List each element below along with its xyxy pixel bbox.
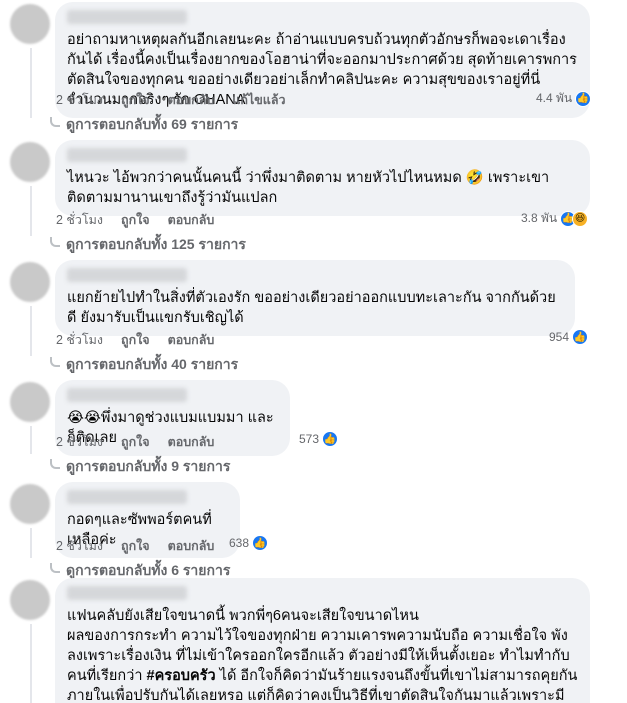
reaction-summary[interactable]: 573 👍 <box>299 431 339 447</box>
reaction-summary[interactable]: 638 👍 <box>229 535 269 551</box>
author-name[interactable] <box>67 148 187 162</box>
reply-button[interactable]: ตอบกลับ <box>168 330 215 350</box>
comment-text-line-1: แฟนคลับยังเสียใจขนาดนี้ พวกพี่ๆ6คนจะเสีย… <box>67 608 419 624</box>
reply-hook-icon <box>50 357 60 367</box>
reaction-summary[interactable]: 954 👍 <box>549 329 589 345</box>
comment-actions: 2 ชั่วโมง ถูกใจ ตอบกลับ <box>56 330 214 350</box>
view-replies-link[interactable]: ดูการตอบกลับทั้ง 69 รายการ <box>50 114 238 136</box>
view-replies-label: ดูการตอบกลับทั้ง 69 รายการ <box>66 116 239 132</box>
reply-hook-icon <box>50 117 60 127</box>
avatar[interactable] <box>10 4 50 44</box>
timestamp[interactable]: 2 ชั่วโมง <box>56 432 103 452</box>
reaction-count: 573 <box>299 432 320 446</box>
edited-label[interactable]: แก้ไขแล้ว <box>232 90 285 110</box>
reaction-count: 3.8 พัน <box>521 211 558 225</box>
reaction-count: 4.4 พัน <box>536 91 573 105</box>
like-icon: 👍 <box>575 90 592 107</box>
thread-line <box>30 48 32 118</box>
reply-hook-icon <box>50 237 60 247</box>
comment-text: แยกย้ายไปทำในสิ่งที่ตัวเองรัก ขออย่างเดี… <box>67 290 556 326</box>
thread-line <box>30 528 32 558</box>
like-button[interactable]: ถูกใจ <box>121 432 150 452</box>
timestamp[interactable]: 2 ชั่วโมง <box>56 210 103 230</box>
view-replies-label: ดูการตอบกลับทั้ง 125 รายการ <box>66 236 246 252</box>
author-name[interactable] <box>67 268 187 282</box>
avatar[interactable] <box>10 382 50 422</box>
author-name[interactable] <box>67 388 187 402</box>
thread-line <box>30 306 32 356</box>
view-replies-link[interactable]: ดูการตอบกลับทั้ง 40 รายการ <box>50 354 238 376</box>
avatar[interactable] <box>10 262 50 302</box>
reaction-count: 954 <box>549 330 570 344</box>
view-replies-label: ดูการตอบกลับทั้ง 40 รายการ <box>66 356 239 372</box>
like-button[interactable]: ถูกใจ <box>121 210 150 230</box>
comment-bubble: แฟนคลับยังเสียใจขนาดนี้ พวกพี่ๆ6คนจะเสีย… <box>55 578 590 703</box>
reply-button[interactable]: ตอบกลับ <box>168 210 215 230</box>
like-button[interactable]: ถูกใจ <box>121 330 150 350</box>
reply-hook-icon <box>50 563 60 573</box>
thread-line <box>30 624 32 703</box>
reply-button[interactable]: ตอบกลับ <box>168 536 215 556</box>
author-name[interactable] <box>67 586 187 600</box>
avatar[interactable] <box>10 484 50 524</box>
timestamp[interactable]: 2 ชั่วโมง <box>56 536 103 556</box>
reply-button[interactable]: ตอบกลับ <box>168 432 215 452</box>
hashtag-link[interactable]: #ครอบครัว <box>147 668 216 684</box>
thread-line <box>30 426 32 454</box>
reaction-summary[interactable]: 3.8 พัน 👍 😆 <box>521 209 589 228</box>
avatar[interactable] <box>10 580 50 620</box>
reply-button[interactable]: ตอบกลับ <box>168 90 215 110</box>
reaction-summary[interactable]: 4.4 พัน 👍 <box>536 89 592 108</box>
comment-bubble: แยกย้ายไปทำในสิ่งที่ตัวเองรัก ขออย่างเดี… <box>55 260 575 336</box>
like-button[interactable]: ถูกใจ <box>121 90 150 110</box>
reaction-count: 638 <box>229 536 250 550</box>
comment-actions: 2 ชั่วโมง ถูกใจ ตอบกลับ <box>56 210 214 230</box>
haha-icon: 😆 <box>572 210 589 227</box>
view-replies-label: ดูการตอบกลับทั้ง 9 รายการ <box>66 458 231 474</box>
author-name[interactable] <box>67 490 187 504</box>
avatar[interactable] <box>10 142 50 182</box>
like-icon: 👍 <box>572 329 589 345</box>
thread-line <box>30 186 32 236</box>
view-replies-link[interactable]: ดูการตอบกลับทั้ง 9 รายการ <box>50 456 230 478</box>
author-name[interactable] <box>67 10 187 24</box>
view-replies-link[interactable]: ดูการตอบกลับทั้ง 125 รายการ <box>50 234 246 256</box>
comment-text-body: ผลของการกระทำ ความไว้ใจของทุกฝ่าย ความเค… <box>67 626 578 703</box>
comment-actions: 2 ชั่วโมง ถูกใจ ตอบกลับ แก้ไขแล้ว <box>56 90 286 110</box>
comment-text-line-3: ได้ อีกใจก็คิดว่ามันร้ายแรงจนถึงขั้นที่เ… <box>67 668 578 703</box>
comment-actions: 2 ชั่วโมง ถูกใจ ตอบกลับ <box>56 432 214 452</box>
like-icon: 👍 <box>322 431 339 447</box>
reply-hook-icon <box>50 459 60 469</box>
timestamp[interactable]: 2 ชั่วโมง <box>56 90 103 110</box>
timestamp[interactable]: 2 ชั่วโมง <box>56 330 103 350</box>
like-button[interactable]: ถูกใจ <box>121 536 150 556</box>
comment-actions: 2 ชั่วโมง ถูกใจ ตอบกลับ <box>56 536 214 556</box>
like-icon: 👍 <box>252 535 269 551</box>
comment-bubble: ไหนวะ ไอ้พวกว่าคนนั้นคนนี้ ว่าพึ่งมาติดต… <box>55 140 590 216</box>
comment-text: ไหนวะ ไอ้พวกว่าคนนั้นคนนี้ ว่าพึ่งมาติดต… <box>67 170 550 206</box>
